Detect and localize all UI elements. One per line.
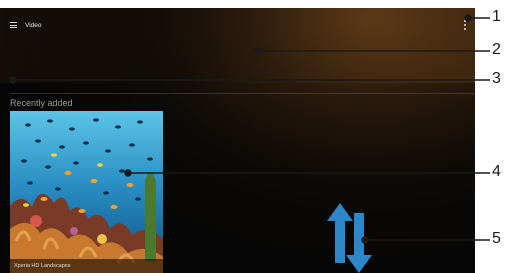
hero-banner[interactable]: [0, 8, 475, 83]
hamburger-menu-icon[interactable]: [10, 22, 17, 28]
callout-number-4: 4: [492, 163, 501, 180]
recently-added-label: Recently added: [10, 98, 73, 108]
video-thumbnail-image: [10, 111, 163, 273]
overflow-menu-icon[interactable]: [463, 20, 467, 30]
app-title: Video: [25, 21, 42, 29]
section-divider: [10, 93, 475, 94]
top-app-bar: Video: [10, 18, 42, 32]
callout-number-3: 3: [492, 70, 501, 87]
callout-number-2: 2: [492, 41, 501, 58]
video-title: Xperia HD Landscapes: [10, 259, 163, 273]
callout-number-5: 5: [492, 230, 501, 247]
callout-number-1: 1: [492, 8, 501, 25]
video-app-screen: Video Recently added Xperia HD Landscape…: [0, 8, 475, 273]
video-thumbnail[interactable]: Xperia HD Landscapes: [10, 111, 163, 273]
scroll-up-down-arrows-icon: [327, 203, 372, 273]
